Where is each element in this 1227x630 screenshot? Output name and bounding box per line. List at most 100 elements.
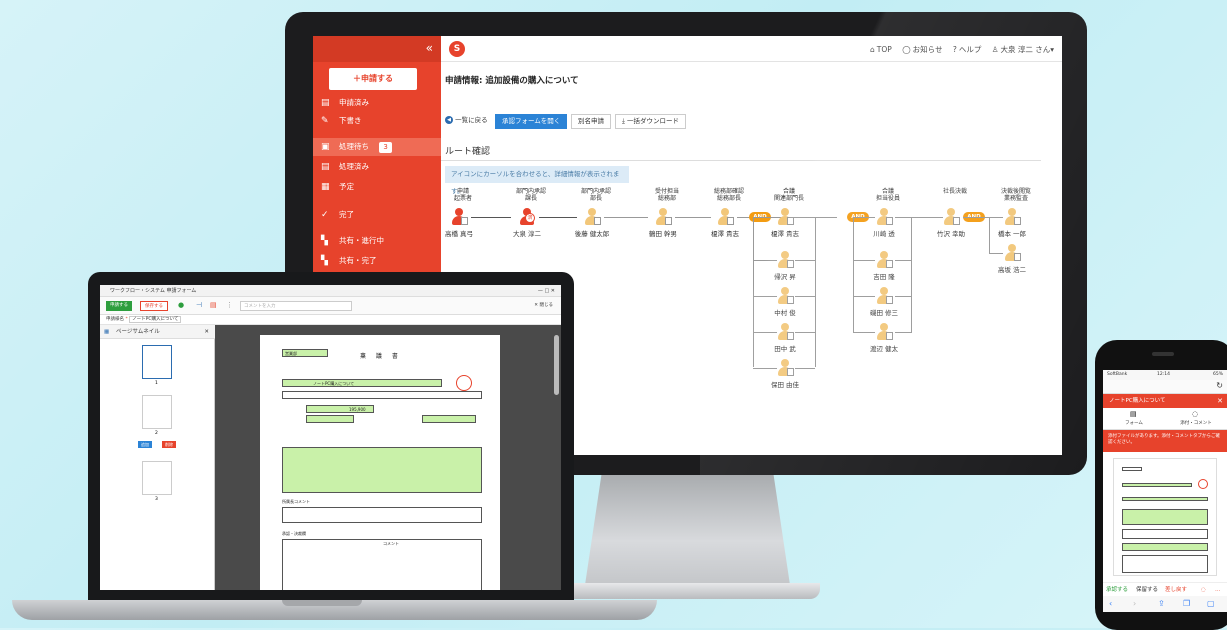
page-number: 1	[155, 381, 158, 386]
close-button[interactable]: ✕ 閉じる	[534, 302, 553, 308]
document-badge-icon	[787, 296, 794, 304]
avatar-head	[588, 208, 596, 216]
thumbnail-header: ▦ ページサムネイル ✕	[100, 325, 215, 339]
form-tab-icon: ▤	[1130, 410, 1137, 418]
route-role-label: 社長決裁	[942, 188, 967, 195]
route-connector	[989, 253, 1003, 254]
page-thumbnail[interactable]	[142, 461, 172, 495]
person-icon[interactable]	[717, 208, 734, 226]
manager-comment-box[interactable]	[282, 507, 482, 523]
person-icon[interactable]	[451, 208, 468, 226]
person-icon[interactable]	[655, 208, 672, 226]
person-name: 高橋 真弓	[444, 230, 474, 238]
person-icon[interactable]	[584, 208, 601, 226]
avatar-head	[880, 251, 888, 259]
details-field[interactable]	[282, 447, 482, 493]
comment-icon[interactable]: ◌	[1201, 583, 1206, 597]
person-icon[interactable]	[1004, 244, 1021, 262]
person-name: 後藤 健太郎	[574, 230, 610, 238]
back-icon[interactable]: ‹	[1109, 596, 1112, 612]
route-connector	[795, 368, 815, 369]
phone-title: ノートPC購入について	[1109, 398, 1166, 404]
vendor-field[interactable]	[306, 415, 354, 423]
avatar-head	[1008, 244, 1016, 252]
comment-box	[1122, 529, 1208, 539]
add-comment-icon[interactable]: ●	[178, 301, 184, 309]
amount-field[interactable]: 195,900	[306, 405, 374, 413]
document-badge-icon	[787, 368, 794, 376]
avatar-head	[659, 208, 667, 216]
comment-input[interactable]: コメントを入力	[240, 301, 352, 311]
route-connector	[753, 217, 754, 367]
tabs-icon[interactable]: ▢	[1207, 596, 1215, 612]
details-field	[1122, 509, 1208, 525]
person-icon[interactable]	[876, 208, 893, 226]
person-name: 中村 俊	[774, 309, 796, 317]
route-role-label: 総務部確認 総務部長	[713, 188, 744, 202]
document-badge-icon	[665, 217, 672, 225]
more-icon[interactable]: …	[1215, 583, 1221, 597]
department-field[interactable]: 営業部	[282, 349, 328, 357]
route-role-label: 部門内承認 課長	[515, 188, 546, 202]
attach-icon[interactable]: ▤	[210, 301, 217, 309]
person-icon[interactable]	[777, 323, 794, 341]
approved-stamp-icon: 済	[525, 213, 535, 223]
window-controls[interactable]: — □ ✕	[538, 285, 555, 297]
hold-button[interactable]: 保留する	[1136, 583, 1158, 597]
person-icon[interactable]	[876, 287, 893, 305]
bookmarks-icon[interactable]: ❐	[1183, 596, 1190, 612]
subject-field[interactable]: ノートPC購入について	[282, 379, 442, 387]
close-icon[interactable]: ✕	[1217, 394, 1223, 408]
delete-page-button[interactable]: 削除	[162, 441, 176, 448]
forward-icon[interactable]: ›	[1133, 596, 1136, 612]
form-name-bar: 申請様名 * ノートPC購入について	[100, 315, 561, 325]
person-icon[interactable]	[876, 251, 893, 269]
attachment-notice: 添付ファイルがあります。添付・コメントタブからご確認ください。	[1103, 430, 1227, 452]
route-connector	[989, 217, 990, 253]
return-button[interactable]: 差し戻す	[1165, 583, 1187, 597]
person-icon[interactable]: 済	[519, 208, 535, 226]
route-role-label: 決裁後閲覧 業務監査	[1000, 188, 1031, 202]
share-icon[interactable]: ⇪	[1158, 596, 1165, 612]
more-icon[interactable]: ⋮	[226, 301, 233, 309]
document-viewer: 営業部 稟 議 書 ノートPC購入について 195,900 所属長コメント 承認…	[215, 325, 561, 590]
document-badge-icon	[1014, 253, 1021, 261]
monitor-base	[555, 583, 820, 599]
date-field[interactable]	[422, 415, 476, 423]
subject-field	[1122, 483, 1192, 487]
route-connector	[853, 296, 875, 297]
page-thumbnail[interactable]	[142, 345, 172, 379]
route-connector	[753, 332, 777, 333]
tab-attachments[interactable]: 添付・コメント	[1165, 420, 1227, 426]
route-connector	[795, 260, 815, 261]
tab-form[interactable]: フォーム	[1103, 420, 1165, 426]
person-icon[interactable]	[943, 208, 960, 226]
page-thumbnail[interactable]	[142, 395, 172, 429]
person-icon[interactable]	[777, 287, 794, 305]
laptop-notch	[282, 600, 362, 606]
person-icon[interactable]	[777, 208, 794, 226]
form-name-field[interactable]: ノートPC購入について	[129, 316, 182, 323]
save-button[interactable]: 保存する	[140, 301, 168, 311]
pages-icon: ▦	[104, 329, 110, 335]
avatar-head	[947, 208, 955, 216]
person-icon[interactable]	[777, 359, 794, 377]
close-panel-icon[interactable]: ✕	[204, 325, 209, 339]
browser-bar: ↻	[1103, 380, 1227, 394]
carrier: SoftBank	[1107, 372, 1128, 377]
phone-speaker	[1152, 352, 1174, 356]
reload-icon[interactable]: ↻	[1216, 381, 1223, 390]
person-name: 渡辺 健太	[869, 345, 899, 353]
route-connector	[895, 217, 911, 218]
phone-status-bar: SoftBank 12:14 65%	[1103, 370, 1227, 380]
person-icon[interactable]	[876, 323, 893, 341]
add-page-button[interactable]: 追加	[138, 441, 152, 448]
person-icon[interactable]	[1004, 208, 1021, 226]
route-icon[interactable]: ⊣	[196, 301, 202, 309]
scrollbar[interactable]	[554, 335, 559, 395]
approve-button[interactable]: 承認する	[1106, 583, 1128, 597]
person-icon[interactable]	[777, 251, 794, 269]
approval-table	[1122, 555, 1208, 573]
apply-button[interactable]: 申請する	[106, 301, 132, 311]
route-connector	[895, 296, 911, 297]
